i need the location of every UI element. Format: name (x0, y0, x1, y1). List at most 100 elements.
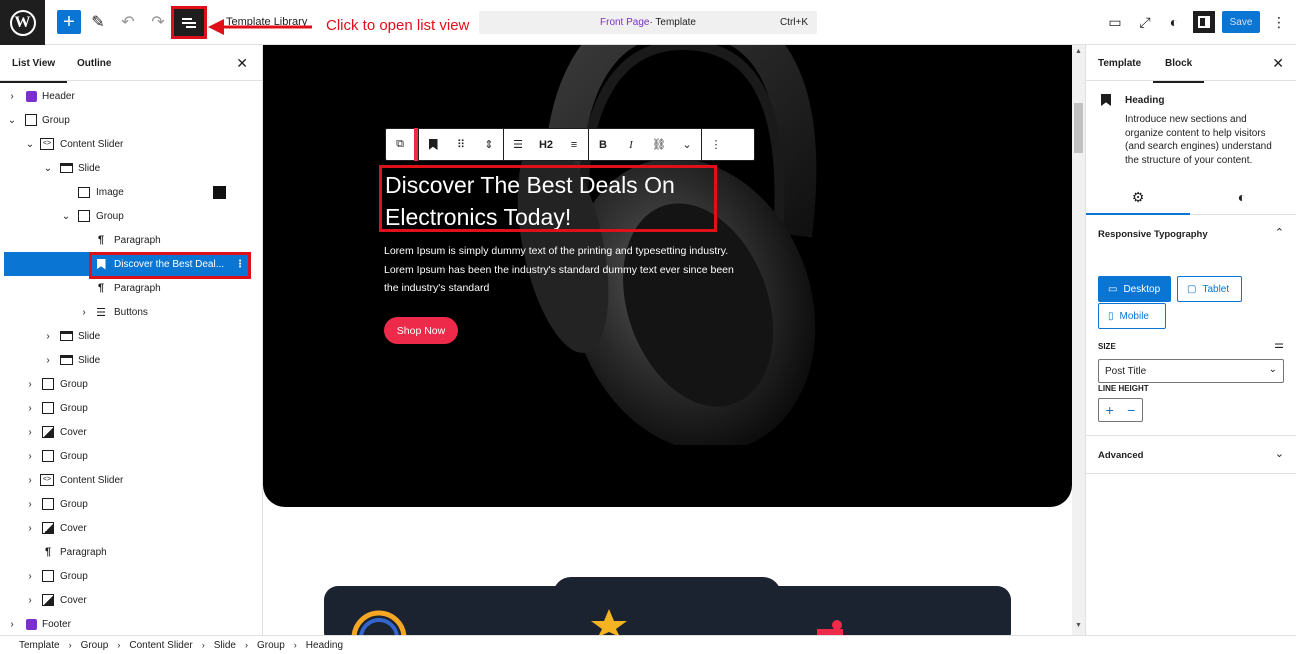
chevron-right-icon[interactable]: › (25, 427, 35, 438)
bold-icon[interactable]: B (592, 134, 614, 156)
chevron-down-icon[interactable]: ⌄ (61, 211, 71, 222)
list-item[interactable]: ¶ Paragraph (0, 540, 262, 564)
scroll-down-icon[interactable]: ▼ (1075, 622, 1082, 629)
view-external-icon[interactable]: ⤢ (1134, 11, 1156, 33)
shop-now-button[interactable]: Shop Now (384, 317, 458, 344)
chevron-right-icon[interactable]: › (25, 379, 35, 390)
align-block-icon[interactable]: ☰ (507, 134, 529, 156)
list-item[interactable]: › Group (0, 444, 262, 468)
drag-handle-icon[interactable]: ⠿ (450, 134, 472, 156)
chevron-right-icon[interactable]: › (7, 619, 17, 630)
breadcrumb-item[interactable]: Group (81, 640, 109, 651)
list-item[interactable]: ⌄ <> Content Slider (0, 132, 262, 156)
parent-block-icon[interactable]: ⧉ (389, 134, 411, 156)
breadcrumb-item[interactable]: Template (19, 640, 60, 651)
undo-icon[interactable]: ↶ (116, 10, 140, 34)
settings-gear-icon[interactable]: ⚙ (1086, 189, 1190, 215)
list-item[interactable]: › Group (0, 372, 262, 396)
move-up-down-icon[interactable]: ⇕ (478, 134, 500, 156)
breadcrumb-item[interactable]: Group (257, 640, 285, 651)
list-item[interactable]: › Slide (0, 324, 262, 348)
chevron-down-icon[interactable]: ⌄ (25, 139, 35, 150)
link-icon[interactable]: ⛓ (648, 134, 670, 156)
list-item[interactable]: › ☰ Buttons (0, 300, 262, 324)
block-options-icon[interactable]: ⋮ (705, 134, 727, 156)
doc-title-link[interactable]: Front Page (600, 17, 649, 28)
list-item[interactable]: ¶ Paragraph (0, 276, 262, 300)
styles-half-circle-icon[interactable]: ◐ (1190, 189, 1294, 205)
redo-icon[interactable]: ↷ (146, 10, 170, 34)
line-height-stepper[interactable]: + − (1098, 398, 1143, 422)
list-item[interactable]: › Header (0, 84, 262, 108)
chevron-right-icon[interactable]: › (7, 91, 17, 102)
chevron-right-icon[interactable]: › (25, 403, 35, 414)
chevron-right-icon[interactable]: › (25, 475, 35, 486)
settings-toggle-button[interactable] (1193, 11, 1215, 33)
responsive-typography-title[interactable]: Responsive Typography (1098, 229, 1208, 240)
desktop-button[interactable]: ▭ Desktop (1098, 276, 1171, 302)
list-item[interactable]: › Cover (0, 516, 262, 540)
tablet-button[interactable]: ▢ Tablet (1177, 276, 1242, 302)
hero-slide[interactable]: ⧉ ⠿ ⇕ ☰ H2 ≡ B I ⛓ ⌄ ⋮ Discover The Best… (263, 45, 1072, 507)
hero-description[interactable]: Lorem Ipsum is simply dummy text of the … (384, 242, 749, 298)
list-item[interactable]: Image (0, 180, 262, 204)
chevron-right-icon[interactable]: › (79, 307, 89, 318)
tab-block[interactable]: Block (1152, 58, 1205, 83)
list-item[interactable]: › Footer (0, 612, 262, 635)
chevron-right-icon[interactable]: › (25, 595, 35, 606)
list-item[interactable]: › Cover (0, 420, 262, 444)
options-menu-icon[interactable]: ⋮ (1268, 11, 1290, 33)
list-item[interactable]: › Cover (0, 588, 262, 612)
scroll-up-icon[interactable]: ▲ (1075, 48, 1082, 55)
chevron-down-icon[interactable]: ⌄ (43, 163, 53, 174)
chevron-up-icon[interactable]: ⌃ (1275, 226, 1284, 239)
advanced-title[interactable]: Advanced (1098, 450, 1143, 461)
breadcrumb-item[interactable]: Content Slider (129, 640, 192, 651)
wordpress-logo-icon[interactable]: W (0, 0, 45, 45)
edit-tools-icon[interactable]: ✎ (86, 10, 110, 34)
list-item[interactable]: › Group (0, 396, 262, 420)
list-item[interactable]: ⌄ Group (0, 204, 262, 228)
minus-icon[interactable]: − (1127, 402, 1135, 418)
list-item[interactable]: › Slide (0, 348, 262, 372)
list-item[interactable]: ⌄ Group (0, 108, 262, 132)
add-block-button[interactable]: + (57, 10, 81, 34)
list-item[interactable]: ⌄ Slide (0, 156, 262, 180)
list-item[interactable]: › Group (0, 564, 262, 588)
template-library-link[interactable]: Template Library (226, 16, 307, 28)
list-item[interactable]: › Group (0, 492, 262, 516)
list-item[interactable]: › <> Content Slider (0, 468, 262, 492)
options-icon[interactable]: ⋮ (235, 259, 245, 270)
chevron-down-icon[interactable]: ⌄ (1275, 447, 1284, 460)
italic-icon[interactable]: I (620, 134, 642, 156)
size-select[interactable]: Post Title ⌄ (1098, 359, 1284, 383)
chevron-right-icon[interactable]: › (43, 355, 53, 366)
close-icon[interactable]: ✕ (236, 55, 248, 72)
heading-level-button[interactable]: H2 (535, 134, 557, 156)
save-button[interactable]: Save (1222, 11, 1260, 33)
desktop-preview-icon[interactable]: ▭ (1104, 11, 1126, 33)
document-title-bar[interactable]: Front Page · Template Ctrl+K (479, 11, 817, 34)
plus-icon[interactable]: + (1106, 402, 1114, 418)
list-view-button[interactable] (171, 6, 207, 39)
chevron-right-icon[interactable]: › (43, 331, 53, 342)
align-text-icon[interactable]: ≡ (563, 134, 585, 156)
scroll-thumb[interactable] (1074, 103, 1083, 153)
chevron-right-icon[interactable]: › (25, 499, 35, 510)
chevron-down-icon[interactable]: ⌄ (7, 115, 17, 126)
styles-icon[interactable]: ◐ (1163, 11, 1185, 33)
breadcrumb-item[interactable]: Heading (306, 640, 343, 651)
chevron-right-icon[interactable]: › (25, 523, 35, 534)
breadcrumb-item[interactable]: Slide (214, 640, 236, 651)
editor-canvas[interactable]: ⧉ ⠿ ⇕ ☰ H2 ≡ B I ⛓ ⌄ ⋮ Discover The Best… (263, 45, 1085, 635)
tab-outline[interactable]: Outline (77, 58, 111, 69)
chevron-right-icon[interactable]: › (25, 451, 35, 462)
list-item-selected[interactable]: Discover the Best Deal... ⋮ (4, 252, 250, 276)
tab-template[interactable]: Template (1098, 58, 1141, 69)
chevron-right-icon[interactable]: › (25, 571, 35, 582)
sliders-icon[interactable]: ⚌ (1274, 338, 1284, 351)
hero-heading[interactable]: Discover The Best Deals On Electronics T… (385, 169, 715, 233)
heading-block-icon[interactable] (422, 134, 444, 156)
more-formats-icon[interactable]: ⌄ (676, 134, 698, 156)
close-icon[interactable]: ✕ (1272, 55, 1284, 72)
